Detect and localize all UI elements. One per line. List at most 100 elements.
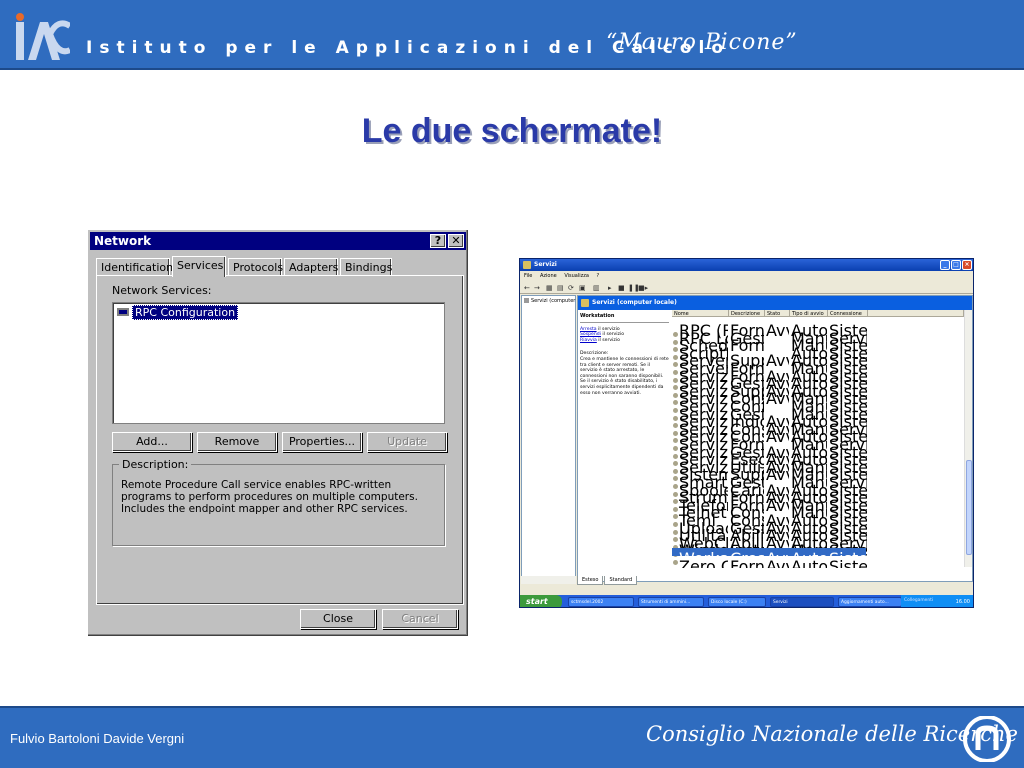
slide-title: Le due schermate! xyxy=(361,112,663,150)
back-icon[interactable]: ← xyxy=(524,284,530,292)
table-cell: Avviato xyxy=(766,557,789,568)
refresh-icon[interactable]: ⟳ xyxy=(568,284,574,292)
remove-button[interactable]: Remove xyxy=(197,432,277,452)
selected-service-name: Workstation xyxy=(580,313,669,323)
menu-azione[interactable]: Azione xyxy=(540,273,557,279)
stop-icon[interactable]: ■ xyxy=(618,284,625,292)
export-icon[interactable]: ▣ xyxy=(579,284,586,292)
tray-links[interactable]: Collegamenti xyxy=(904,598,933,603)
description-group: Description: Remote Procedure Call servi… xyxy=(112,458,445,546)
col-stato[interactable]: Stato xyxy=(765,310,790,317)
col-nome[interactable]: Nome xyxy=(672,310,729,317)
services-app-icon xyxy=(523,261,531,269)
update-button[interactable]: Update xyxy=(367,432,447,452)
add-button[interactable]: Add... xyxy=(112,432,192,452)
help-button[interactable]: ? xyxy=(430,234,446,248)
tree-hscrollbar[interactable] xyxy=(521,576,576,584)
menu-visualizza[interactable]: Visualizza xyxy=(564,273,589,279)
play-icon[interactable]: ▸ xyxy=(608,284,612,292)
tab-standard[interactable]: Standard xyxy=(604,576,638,585)
properties-icon[interactable]: ▤ xyxy=(557,284,564,292)
description-text: Remote Procedure Call service enables RP… xyxy=(121,479,418,515)
services-header-title: Servizi (computer locale) xyxy=(592,299,677,306)
task-sctmsdel[interactable]: sctmsdel.2002 xyxy=(568,597,634,607)
close-icon[interactable]: ✕ xyxy=(448,234,464,248)
cell-text: Zero Configuration ... xyxy=(679,556,728,568)
tree-item-services[interactable]: Servizi (computer loc xyxy=(524,298,584,304)
services-gear-icon xyxy=(581,299,589,307)
header-banner: Istituto per le Applicazioni del Calcolo… xyxy=(0,0,1024,70)
toolbar: ← → ▦ ▤ ⟳ ▣ ▥ ▸ ■ ❚❚ ■▸ xyxy=(520,282,973,294)
task-servizi[interactable]: Servizi xyxy=(770,597,834,607)
services-pane: Servizi (computer locale) Workstation Ar… xyxy=(577,295,973,582)
authors: Fulvio Bartoloni Davide Vergni xyxy=(10,731,185,746)
scroll-thumb[interactable] xyxy=(966,460,972,555)
cell-text: Avviato xyxy=(766,556,789,568)
system-tray: Collegamenti 16.00 xyxy=(901,595,973,607)
col-connessione[interactable]: Connessione xyxy=(828,310,868,317)
network-service-icon xyxy=(117,308,129,316)
table-cell: Fornisce la ... xyxy=(730,557,764,568)
tab-services[interactable]: Services xyxy=(172,256,226,277)
tab-identification[interactable]: Identification xyxy=(96,258,173,276)
pause-service-link[interactable]: Sospendi xyxy=(580,332,601,337)
restart-service-link[interactable]: Riavvia xyxy=(580,338,597,343)
tab-protocols[interactable]: Protocols xyxy=(228,258,283,276)
close-icon[interactable]: × xyxy=(962,260,972,270)
tab-esteso[interactable]: Esteso xyxy=(577,576,604,585)
table-cell: Sistema locale xyxy=(829,557,867,568)
cell-text: Sistema locale xyxy=(829,556,867,568)
services-panel: Network Services: RPC Configuration Add.… xyxy=(96,275,464,605)
description-label: Description: xyxy=(119,458,192,471)
service-detail-panel: Workstation Arresta il servizio Sospendi… xyxy=(578,310,671,567)
services-pane-header: Servizi (computer locale) xyxy=(578,296,972,310)
cell-text: Automatico xyxy=(791,556,827,568)
tab-adapters[interactable]: Adapters xyxy=(284,258,338,276)
vertical-scrollbar[interactable] xyxy=(964,310,972,567)
col-descrizione[interactable]: Descrizione xyxy=(729,310,765,317)
col-filler xyxy=(868,310,964,317)
stop-service-suffix: il servizio xyxy=(596,326,620,332)
menu-help[interactable]: ? xyxy=(597,273,600,279)
cell-text: Fornisce la ... xyxy=(730,556,764,568)
list-item[interactable]: RPC Configuration xyxy=(117,305,239,320)
network-titlebar: Network ? ✕ xyxy=(90,232,466,250)
menu-bar: File Azione Visualizza ? xyxy=(520,271,973,281)
task-strumenti[interactable]: Strumenti di ammini... xyxy=(638,597,704,607)
cnr-logo xyxy=(963,716,1011,762)
picone-signature: “Mauro Picone” xyxy=(606,30,798,55)
view-tabs: Esteso Standard xyxy=(577,576,638,585)
properties-button[interactable]: Properties... xyxy=(282,432,362,452)
list-item-label: RPC Configuration xyxy=(132,305,239,320)
forward-icon[interactable]: → xyxy=(534,284,540,292)
table-row[interactable]: Zero Configuration ...Fornisce la ...Avv… xyxy=(672,556,867,568)
stop-service-link[interactable]: Arresta xyxy=(580,327,597,332)
menu-file[interactable]: File xyxy=(524,273,532,279)
table-cell: Zero Configuration ... xyxy=(673,557,728,568)
network-services-list[interactable]: RPC Configuration xyxy=(112,302,445,424)
table-cell: Automatico xyxy=(791,557,827,568)
col-tipo-avvio[interactable]: Tipo di avvio xyxy=(790,310,828,317)
iac-logo xyxy=(16,13,70,60)
services-list: Nome Descrizione Stato Tipo di avvio Con… xyxy=(672,310,964,568)
start-button[interactable]: start xyxy=(520,595,562,607)
pause-service-suffix: il servizio xyxy=(600,332,625,338)
close-button[interactable]: Close xyxy=(300,609,376,629)
footer-banner: Fulvio Bartoloni Davide Vergni Consiglio… xyxy=(0,706,1024,768)
service-description: Crea e mantiene le connessioni di rete t… xyxy=(580,356,669,396)
minimize-icon[interactable]: _ xyxy=(940,260,950,270)
services-titlebar: Servizi _ □ × xyxy=(520,259,973,271)
network-title: Network xyxy=(94,234,152,248)
maximize-icon[interactable]: □ xyxy=(951,260,961,270)
help-icon[interactable]: ▥ xyxy=(593,284,600,292)
taskbar: start sctmsdel.2002 Strumenti di ammini.… xyxy=(520,595,973,607)
cancel-button[interactable]: Cancel xyxy=(382,609,458,629)
services-title: Servizi xyxy=(534,261,557,268)
services-window: Servizi _ □ × File Azione Visualizza ? ←… xyxy=(519,258,974,608)
tab-bindings[interactable]: Bindings xyxy=(340,258,392,276)
network-dialog: Network ? ✕ Identification Services Prot… xyxy=(87,229,469,637)
task-aggiornamenti[interactable]: Aggiornamenti auto... xyxy=(838,597,902,607)
restart-icon[interactable]: ■▸ xyxy=(638,284,648,292)
view-icon[interactable]: ▦ xyxy=(546,284,553,292)
task-disco-locale[interactable]: Disco locale (C:) xyxy=(708,597,766,607)
